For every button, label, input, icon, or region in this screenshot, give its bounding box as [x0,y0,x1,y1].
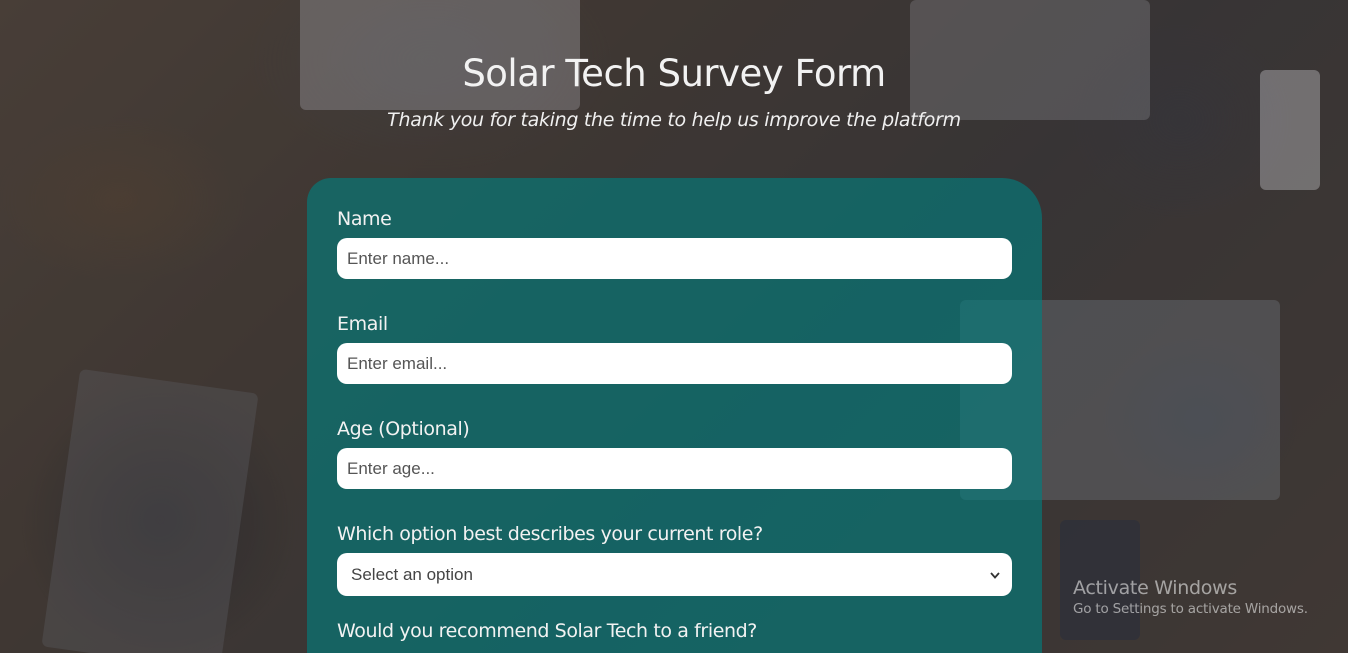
age-label: Age (Optional) [337,418,470,440]
email-input[interactable] [337,343,1012,384]
survey-form: Name Email Age (Optional) Which option b… [307,178,1042,653]
age-input[interactable] [337,448,1012,489]
email-label: Email [337,313,388,335]
watermark-title: Activate Windows [1073,577,1237,599]
role-select[interactable]: Select an option [337,553,1012,596]
name-field-group: Name [337,208,1012,279]
email-field-group: Email [337,313,1012,384]
role-field-group: Which option best describes your current… [337,523,1012,596]
role-label: Which option best describes your current… [337,523,763,545]
windows-activation-watermark: Activate Windows Go to Settings to activ… [1073,577,1308,617]
recommend-label: Would you recommend Solar Tech to a frie… [337,620,757,642]
role-select-value: Select an option [351,564,473,584]
background-laptop [41,368,259,653]
chevron-down-icon [990,567,1000,582]
recommend-field-group: Would you recommend Solar Tech to a frie… [337,620,1012,650]
page-subtitle: Thank you for taking the time to help us… [387,109,961,131]
watermark-subtitle: Go to Settings to activate Windows. [1073,601,1308,617]
age-field-group: Age (Optional) [337,418,1012,489]
name-input[interactable] [337,238,1012,279]
page-title: Solar Tech Survey Form [462,52,886,95]
name-label: Name [337,208,392,230]
page-header: Solar Tech Survey Form Thank you for tak… [0,52,1348,131]
